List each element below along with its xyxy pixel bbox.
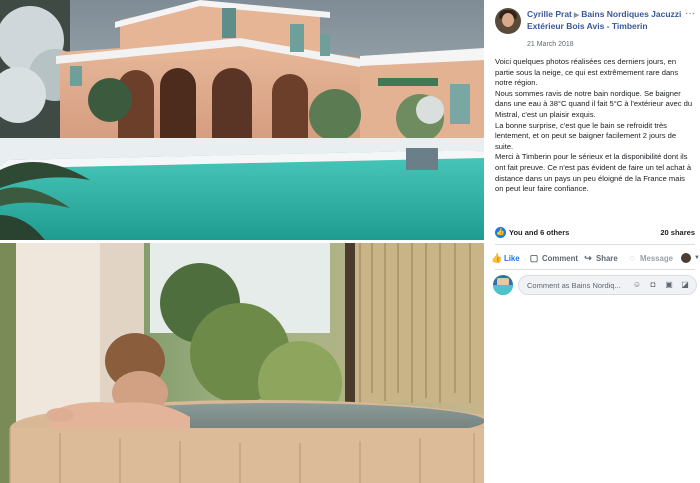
message-label: Message [640,253,673,263]
post-paragraph: La bonne surprise, c'est que le bain se … [495,120,677,151]
avatar-image-water [493,285,513,295]
comment-placeholder: Comment as Bains Nordiq... [527,281,621,290]
share-arrow-icon: ↪ [584,253,592,263]
share-button[interactable]: ↪ Share [583,251,618,265]
reactions-bar: 👍 You and 6 others 20 shares [495,226,695,240]
author-name[interactable]: Cyrille Prat [527,9,572,19]
divider [495,244,695,245]
avatar-face [502,13,514,27]
author-line: Cyrille Prat ▶ Bains Nordiques Jacuzzi Ext… [527,9,697,32]
like-reaction-icon: 👍 [495,227,506,238]
post-text: Voici quelques photos réalisées ces dern… [495,57,695,195]
reactions-count[interactable]: You and 6 others [509,228,569,237]
post-date[interactable]: 21 March 2018 [527,41,574,48]
more-options-icon[interactable]: ··· [685,8,695,19]
sticker-icon[interactable]: ◪ [680,280,690,290]
speech-bubble-icon: ▢ [529,253,539,263]
comment-label: Comment [542,253,578,263]
chevron-down-icon: ▼ [694,255,700,261]
arrow-right-icon: ▶ [573,12,580,19]
messenger-icon: ◌ [629,253,635,263]
post-panel: Cyrille Prat ▶ Bains Nordiques Jacuzzi Ext… [487,0,700,483]
comment-input[interactable]: Comment as Bains Nordiq... ☺ ◘ ▣ ◪ [518,275,697,295]
comment-button[interactable]: ▢ Comment [529,251,578,265]
smiley-icon[interactable]: ☺ [632,280,642,290]
commenter-avatar [493,275,513,295]
photo-hot-tub[interactable] [0,243,484,483]
divider [495,269,695,270]
author-avatar[interactable] [495,8,521,34]
action-bar: 👍 Like ▢ Comment ↪ Share ◌ Message ▼ [491,251,700,265]
post-header: Cyrille Prat ▶ Bains Nordiques Jacuzzi Ext… [495,8,695,48]
post-paragraph: Merci à Timberin pour le sérieux et la d… [495,152,692,194]
like-button[interactable]: 👍 Like [491,251,520,265]
post-paragraph: Nous sommes ravis de notre bain nordique… [495,88,693,119]
like-label: Like [504,253,520,263]
post-paragraph: Voici quelques photos réalisées ces dern… [495,57,679,88]
thumbs-up-icon: 👍 [491,253,503,263]
shares-count[interactable]: 20 shares [660,228,695,237]
message-button[interactable]: ◌ Message [627,251,673,265]
post-as-selector[interactable]: ▼ [681,251,700,265]
comment-tools: ☺ ◘ ▣ ◪ [632,280,690,290]
camera-icon[interactable]: ◘ [648,280,658,290]
page-avatar-icon [681,253,691,263]
share-label: Share [596,253,618,263]
comment-composer: Comment as Bains Nordiq... ☺ ◘ ▣ ◪ [493,273,697,297]
gif-icon[interactable]: ▣ [664,280,674,290]
photo-villa-pool[interactable] [0,0,484,240]
post-photos [0,0,484,483]
